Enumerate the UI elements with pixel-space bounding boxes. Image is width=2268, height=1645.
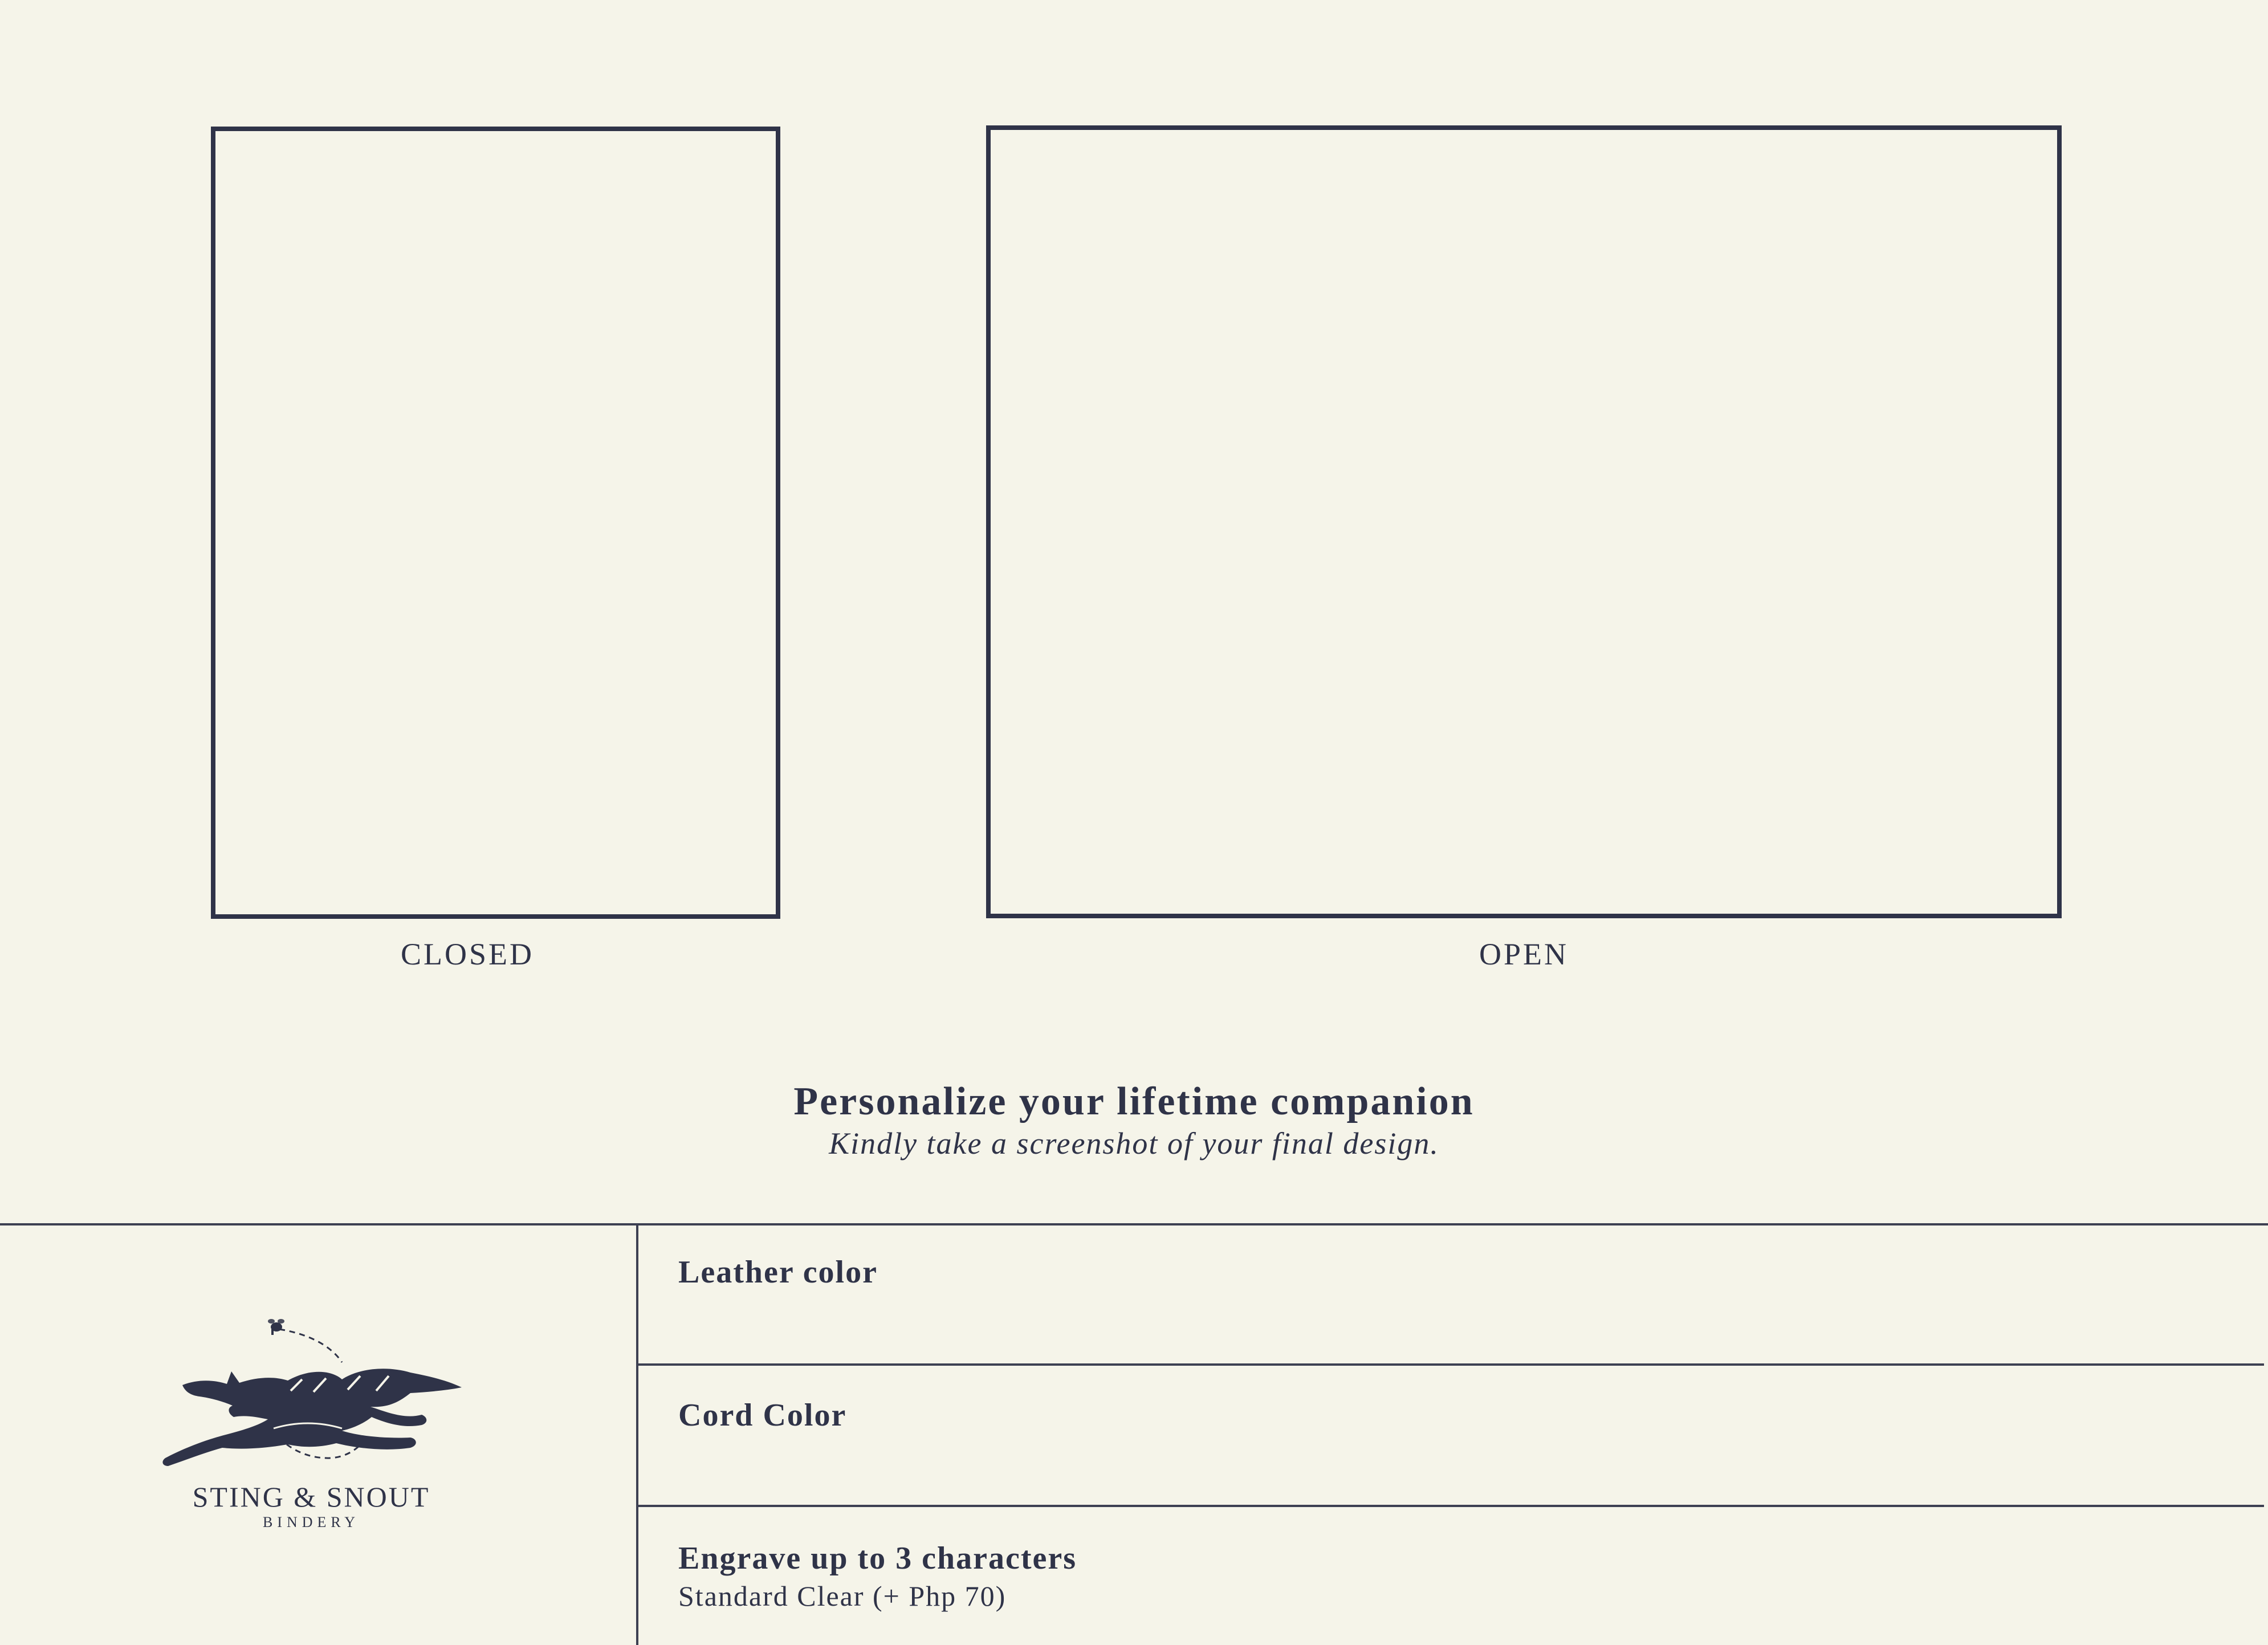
option-row-divider xyxy=(637,1363,2264,1366)
open-caption: OPEN xyxy=(1479,937,1569,971)
page-subheading: Kindly take a screenshot of your final d… xyxy=(829,1126,1439,1161)
closed-caption: CLOSED xyxy=(400,937,534,971)
open-preview-frame xyxy=(986,125,2062,918)
brand-name: STING & SNOUT xyxy=(192,1481,430,1513)
brand-subtitle: BINDERY xyxy=(262,1514,360,1530)
option-row-divider xyxy=(637,1505,2264,1507)
closed-preview-frame xyxy=(211,127,780,919)
leather-color-label: Leather color xyxy=(678,1255,878,1290)
options-top-divider xyxy=(0,1223,2268,1225)
engrave-price-note: Standard Clear (+ Php 70) xyxy=(678,1580,1007,1612)
cord-color-label: Cord Color xyxy=(678,1398,847,1433)
page-heading: Personalize your lifetime companion xyxy=(793,1080,1475,1123)
engrave-label: Engrave up to 3 characters xyxy=(678,1541,1077,1576)
options-vertical-divider xyxy=(636,1223,638,1645)
